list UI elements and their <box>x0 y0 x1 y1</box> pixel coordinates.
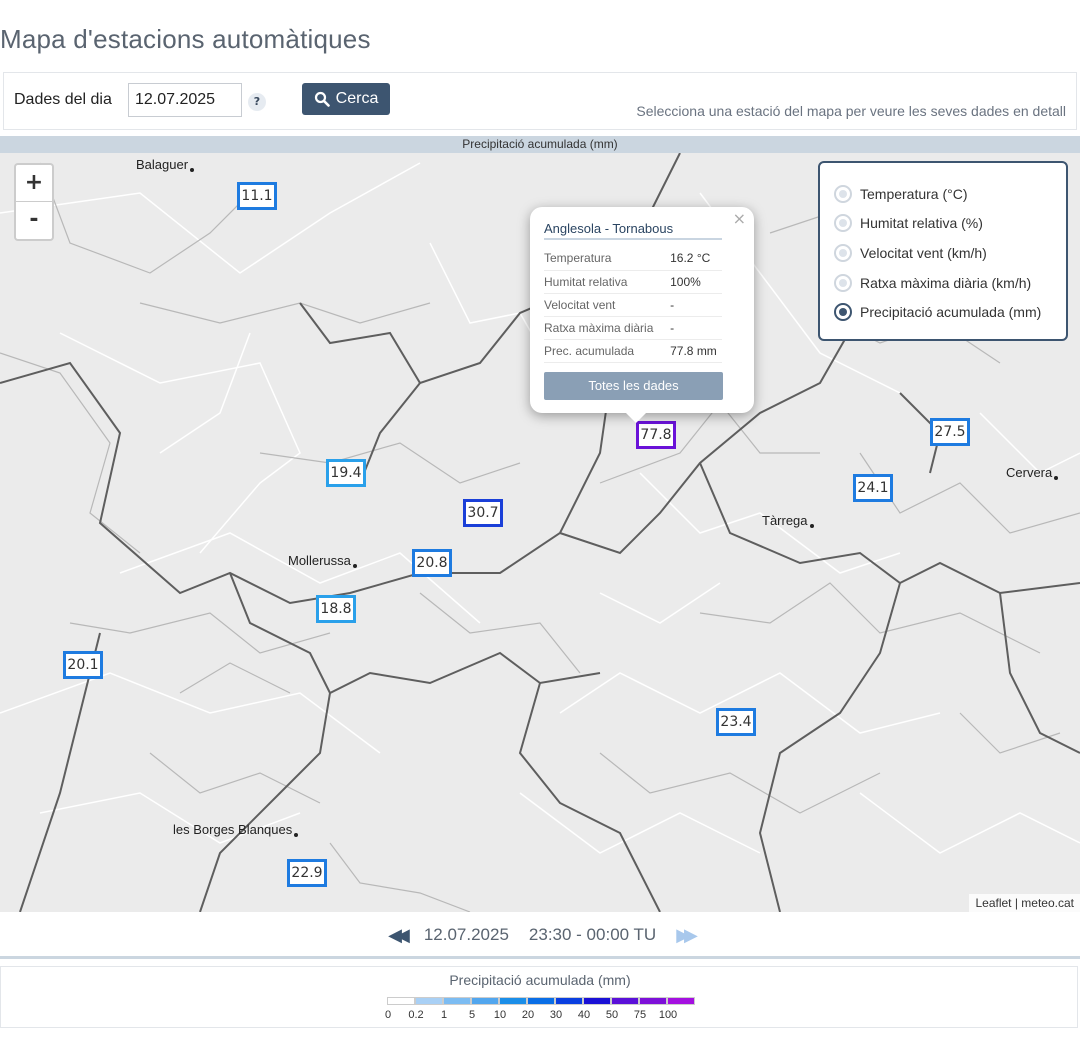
station-marker[interactable]: 19.4 <box>326 459 366 487</box>
legend-title: Precipitació acumulada (mm) <box>449 972 631 988</box>
legend-tick-label: 10 <box>493 1009 507 1021</box>
popup-data-table: Temperatura 16.2 °C Humitat relativa 100% … <box>544 247 722 363</box>
table-row: Humitat relativa 100% <box>544 270 722 294</box>
legend-swatch <box>639 997 667 1005</box>
layer-option-label: Precipitació acumulada (mm) <box>860 304 1042 320</box>
map-attribution[interactable]: Leaflet | meteo.cat <box>969 894 1080 912</box>
layer-option-label: Ratxa màxima diària (km/h) <box>860 275 1032 291</box>
search-button[interactable]: Cerca <box>302 83 390 115</box>
station-marker[interactable]: 18.8 <box>316 595 356 623</box>
station-marker[interactable]: 30.7 <box>463 499 503 527</box>
zoom-control: + - <box>14 163 54 241</box>
time-range: 23:30 - 00:00 TU <box>528 925 657 944</box>
radio-icon <box>834 274 852 292</box>
date-input[interactable] <box>128 83 242 117</box>
legend-swatch <box>583 997 611 1005</box>
all-data-button[interactable]: Totes les dades <box>544 372 723 400</box>
page-title: Mapa d'estacions automàtiques <box>0 24 371 54</box>
city-label: Cervera <box>1006 465 1058 480</box>
station-marker[interactable]: 77.8 <box>636 421 676 449</box>
station-map[interactable]: + - Balaguer Mollerussa Tàrrega Cervera … <box>0 153 1080 912</box>
station-marker[interactable]: 27.5 <box>930 418 970 446</box>
layer-option-wind-speed[interactable]: Velocitat vent (km/h) <box>834 244 987 262</box>
legend-divider <box>0 956 1080 959</box>
radio-icon <box>834 185 852 203</box>
layer-option-temperature[interactable]: Temperatura (°C) <box>834 185 968 203</box>
row-label: Prec. acumulada <box>544 339 665 363</box>
map-layer-title: Precipitació acumulada (mm) <box>0 136 1080 153</box>
zoom-out-button[interactable]: - <box>16 202 52 239</box>
zoom-in-button[interactable]: + <box>16 165 52 202</box>
station-marker[interactable]: 24.1 <box>853 474 893 502</box>
city-label: Balaguer <box>136 157 194 172</box>
table-row: Prec. acumulada 77.8 mm <box>544 339 722 363</box>
row-value: - <box>664 316 722 340</box>
row-value: 77.8 mm <box>664 339 722 363</box>
legend-swatch <box>415 997 443 1005</box>
legend-swatch <box>387 997 415 1005</box>
row-value: - <box>664 293 722 317</box>
legend-tick-label: 0.2 <box>408 1009 424 1021</box>
time-date: 12.07.2025 <box>423 925 509 944</box>
station-marker[interactable]: 20.8 <box>412 549 452 577</box>
row-value: 16.2 °C <box>664 247 722 271</box>
date-toolbar: Dades del dia ? Cerca Selecciona una est… <box>3 72 1077 130</box>
layer-selector: Temperatura (°C) Humitat relativa (%) Ve… <box>818 161 1068 341</box>
legend-tick-label: 75 <box>633 1009 647 1021</box>
city-label: les Borges Blanques <box>173 822 298 837</box>
previous-period-icon[interactable]: ◀◀ <box>388 925 410 946</box>
layer-option-label: Temperatura (°C) <box>860 186 968 202</box>
map-hint: Selecciona una estació del mapa per veur… <box>636 103 1066 119</box>
station-marker[interactable]: 20.1 <box>63 651 103 679</box>
row-label: Ratxa màxima diària <box>544 316 665 340</box>
city-label: Mollerussa <box>288 553 357 568</box>
row-label: Temperatura <box>544 247 665 271</box>
legend-swatch <box>443 997 471 1005</box>
legend-swatch <box>471 997 499 1005</box>
search-button-label: Cerca <box>335 90 379 107</box>
layer-option-humidity[interactable]: Humitat relativa (%) <box>834 214 983 232</box>
row-label: Velocitat vent <box>544 293 665 317</box>
date-label: Dades del dia <box>14 91 112 108</box>
radio-selected-icon <box>834 303 852 321</box>
legend-swatch <box>527 997 555 1005</box>
legend-tick-label: 5 <box>468 1009 476 1021</box>
time-navigation: ◀◀ 12.07.2025 23:30 - 00:00 TU ▶▶ <box>0 912 1080 958</box>
legend-swatch <box>499 997 527 1005</box>
legend-tick-label: 100 <box>658 1009 678 1021</box>
legend-tick-label: 40 <box>577 1009 591 1021</box>
search-icon <box>314 91 330 107</box>
row-value: 100% <box>664 270 722 294</box>
precipitation-legend: Precipitació acumulada (mm) 0 0.2 1 5 10 20 30… <box>0 966 1078 1028</box>
table-row: Ratxa màxima diària - <box>544 316 722 340</box>
radio-icon <box>834 244 852 262</box>
station-popup: × Anglesola - Tornabous Temperatura 16.2 … <box>530 207 754 423</box>
legend-tick-label: 50 <box>605 1009 619 1021</box>
legend-swatch <box>555 997 583 1005</box>
legend-tick-label: 1 <box>440 1009 448 1021</box>
layer-option-label: Humitat relativa (%) <box>860 215 983 231</box>
legend-tick-label: 20 <box>521 1009 535 1021</box>
radio-icon <box>834 214 852 232</box>
table-row: Temperatura 16.2 °C <box>544 247 722 271</box>
legend-tick-label: 0 <box>384 1009 392 1021</box>
city-label: Tàrrega <box>762 513 814 528</box>
row-label: Humitat relativa <box>544 270 665 294</box>
close-icon[interactable]: × <box>733 209 746 228</box>
layer-option-label: Velocitat vent (km/h) <box>860 245 987 261</box>
layer-option-wind-gust[interactable]: Ratxa màxima diària (km/h) <box>834 274 1031 292</box>
legend-tick-label: 30 <box>549 1009 563 1021</box>
next-period-icon[interactable]: ▶▶ <box>676 925 698 946</box>
table-row: Velocitat vent - <box>544 293 722 317</box>
popup-station-name: Anglesola - Tornabous <box>544 221 722 240</box>
legend-swatch <box>611 997 639 1005</box>
legend-swatch <box>667 997 695 1005</box>
station-marker[interactable]: 22.9 <box>287 859 327 887</box>
station-marker[interactable]: 11.1 <box>237 182 277 210</box>
station-marker[interactable]: 23.4 <box>716 708 756 736</box>
layer-option-precipitation[interactable]: Precipitació acumulada (mm) <box>834 303 1041 321</box>
legend-color-scale <box>387 997 695 1005</box>
help-icon[interactable]: ? <box>248 93 266 111</box>
